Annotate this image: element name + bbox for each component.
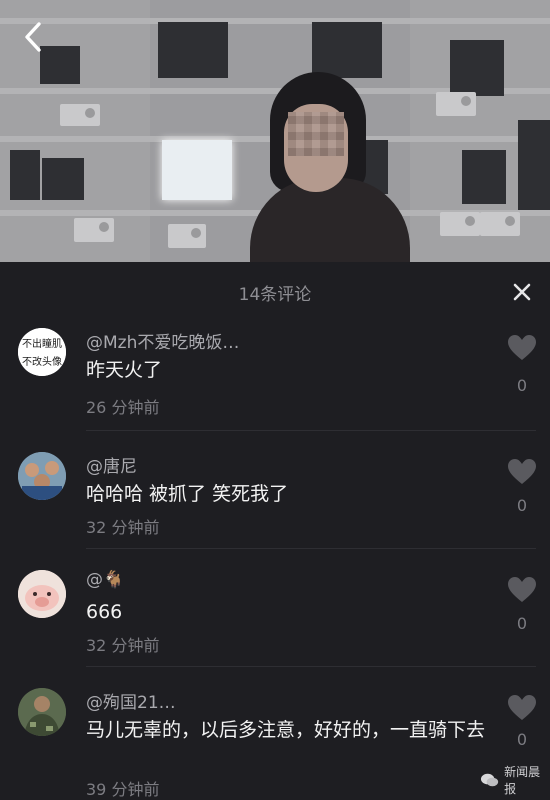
window (10, 150, 40, 200)
air-conditioner (480, 212, 520, 236)
air-conditioner (60, 104, 100, 126)
lit-window (162, 140, 232, 200)
video-frame[interactable] (0, 0, 550, 262)
comment-time: 32 分钟前 (86, 636, 160, 655)
comment-text: 哈哈哈 被抓了 笑死我了 (86, 483, 289, 505)
comment-username[interactable]: @唐尼 (86, 452, 137, 477)
comments-count-title: 14条评论 (238, 285, 312, 305)
divider (86, 666, 536, 667)
like-button[interactable] (506, 694, 538, 726)
divider (86, 430, 536, 431)
avatar-text-bottom: 不改头像 (22, 355, 62, 368)
like-button[interactable] (506, 458, 538, 490)
face-mosaic (288, 112, 344, 156)
air-conditioner (168, 224, 206, 248)
comment-time: 26 分钟前 (86, 398, 160, 417)
avatar-image (18, 452, 66, 500)
window (518, 120, 550, 210)
comment-item: 不出瞳肌 不改头像 @Mzh不爱吃晚饭… 昨天火了 26 分钟前 0 (0, 322, 550, 426)
chevron-left-icon (25, 22, 41, 52)
avatar-image (18, 570, 66, 618)
heart-icon (508, 577, 536, 602)
avatar-image: 不出瞳肌 不改头像 (18, 328, 66, 376)
divider (86, 548, 536, 549)
window (158, 22, 228, 78)
window (312, 22, 382, 78)
comment-username[interactable]: @🐐 (86, 570, 124, 590)
close-icon (513, 283, 531, 301)
avatar[interactable] (18, 570, 66, 618)
comment-username[interactable]: @Mzh不爱吃晚饭… (86, 328, 239, 353)
building-ledge (0, 18, 550, 24)
comment-text: 马儿无辜的，以后多注意，好好的，一直骑下去 (86, 719, 486, 741)
watermark: 新闻晨报 (480, 763, 550, 797)
window (42, 158, 84, 200)
wechat-logo-icon (480, 773, 499, 787)
comment-time: 32 分钟前 (86, 518, 160, 537)
heart-icon (508, 695, 536, 720)
comment-item: @殉国21… 马儿无辜的，以后多注意，好好的，一直骑下去 39 分钟前 0 (0, 682, 550, 799)
like-count: 0 (516, 614, 528, 633)
window (450, 40, 504, 96)
back-button[interactable] (18, 20, 48, 54)
avatar[interactable]: 不出瞳肌 不改头像 (18, 328, 66, 376)
close-button[interactable] (508, 278, 536, 306)
like-button[interactable] (506, 576, 538, 608)
air-conditioner (440, 212, 480, 236)
avatar[interactable] (18, 688, 66, 736)
comment-username[interactable]: @殉国21… (86, 688, 176, 713)
window (462, 150, 506, 204)
comment-time: 39 分钟前 (86, 780, 160, 799)
air-conditioner (74, 218, 114, 242)
heart-icon (508, 335, 536, 360)
comment-item: @🐐 666 32 分钟前 0 (0, 564, 550, 668)
avatar-image (18, 688, 66, 736)
avatar-text-top: 不出瞳肌 (22, 337, 62, 350)
comment-item: @唐尼 哈哈哈 被抓了 笑死我了 32 分钟前 0 (0, 446, 550, 550)
comment-text: 昨天火了 (86, 359, 163, 381)
watermark-label: 新闻晨报 (504, 765, 541, 796)
avatar[interactable] (18, 452, 66, 500)
like-button[interactable] (506, 334, 538, 366)
comment-text: 666 (86, 601, 123, 623)
heart-icon (508, 459, 536, 484)
air-conditioner (436, 92, 476, 116)
like-count: 0 (516, 730, 528, 749)
like-count: 0 (516, 376, 528, 395)
like-count: 0 (516, 496, 528, 515)
